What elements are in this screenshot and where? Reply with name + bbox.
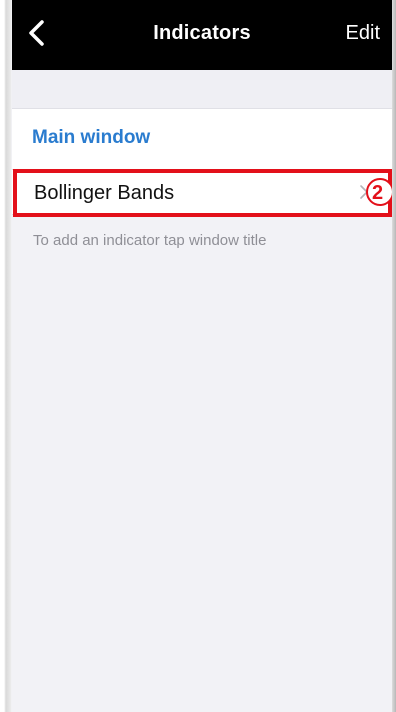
page-title: Indicators [153, 22, 251, 44]
indicators-content: Main window Bollinger Bands 2 To add an … [12, 70, 394, 712]
hint-text: To add an indicator tap window title [33, 232, 267, 249]
edit-button[interactable]: Edit [346, 22, 380, 45]
indicator-row[interactable]: Bollinger Bands 2 [12, 169, 394, 217]
step-badge: 2 [366, 178, 394, 206]
app-screen: Indicators Edit Main window Bollinger Ba… [0, 0, 396, 712]
top-spacer [12, 70, 392, 108]
section-title[interactable]: Main window [32, 127, 150, 149]
navigation-bar: Indicators Edit [12, 0, 392, 70]
main-window-section-header[interactable]: Main window [12, 108, 392, 169]
indicator-label: Bollinger Bands [34, 182, 175, 204]
